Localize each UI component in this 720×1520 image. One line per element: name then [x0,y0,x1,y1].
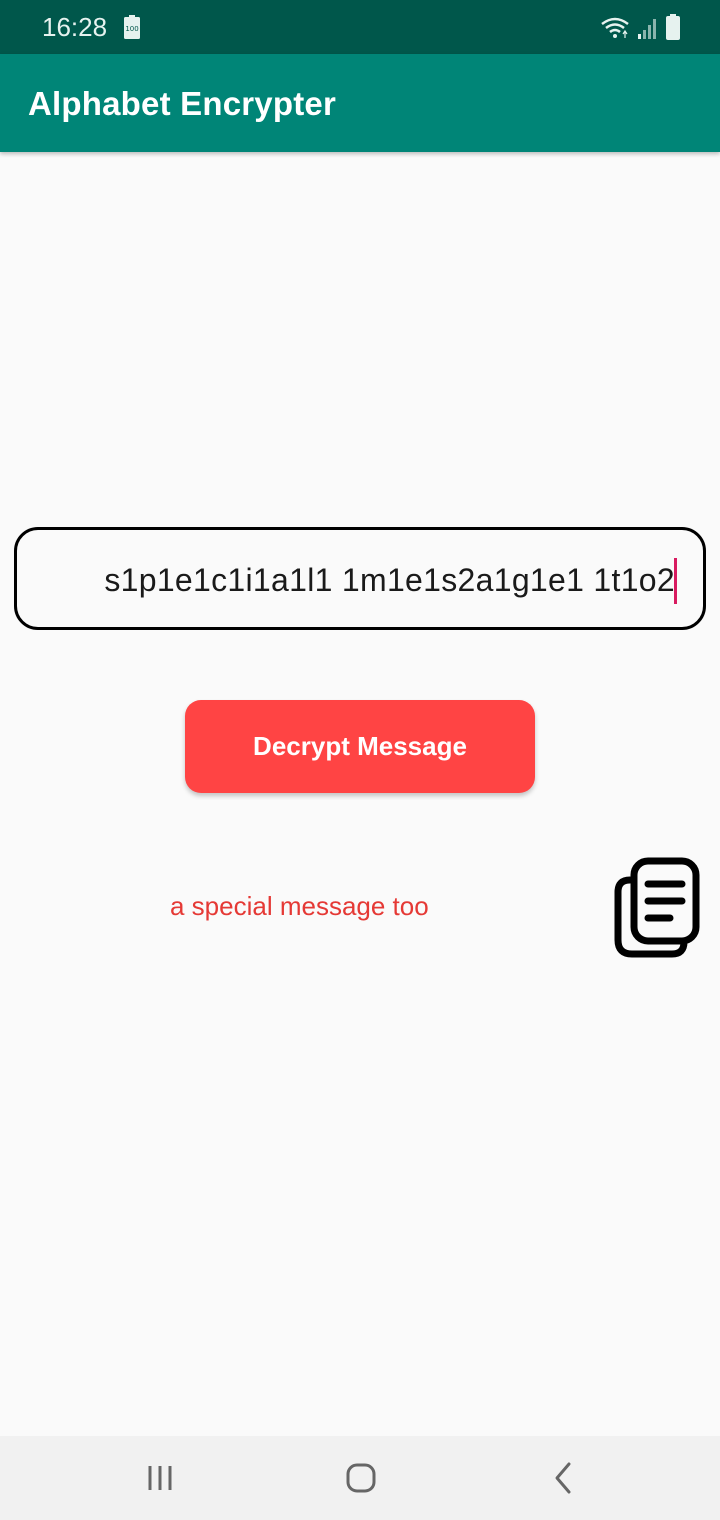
copy-icon[interactable] [614,856,700,958]
text-caret [674,558,677,604]
signal-icon [638,19,656,39]
battery-icon [666,14,680,40]
navigation-bar [0,1436,720,1520]
status-icons [600,14,680,40]
wifi-icon [601,17,629,38]
status-time: 16:28 [42,12,108,42]
app-bar: Alphabet Encrypter [0,54,720,152]
svg-text:100: 100 [125,25,138,33]
home-icon[interactable] [341,1458,381,1498]
recents-icon[interactable] [140,1458,180,1498]
back-icon[interactable] [543,1458,583,1498]
decrypted-result-text: a special message too [170,891,429,921]
battery-saver-icon: 100 [124,15,140,39]
input-value: s1p1e1c1i1a1l1 1m1e1s2a1g1e1 1t1o2 [104,562,675,598]
message-input[interactable]: s1p1e1c1i1a1l1 1m1e1s2a1g1e1 1t1o2 [14,527,706,630]
status-bar: 16:28 100 [0,0,720,54]
app-title: Alphabet Encrypter [28,85,336,122]
decrypt-message-button[interactable]: Decrypt Message [185,700,535,793]
input-text-area[interactable]: s1p1e1c1i1a1l1 1m1e1s2a1g1e1 1t1o2 [41,530,677,627]
